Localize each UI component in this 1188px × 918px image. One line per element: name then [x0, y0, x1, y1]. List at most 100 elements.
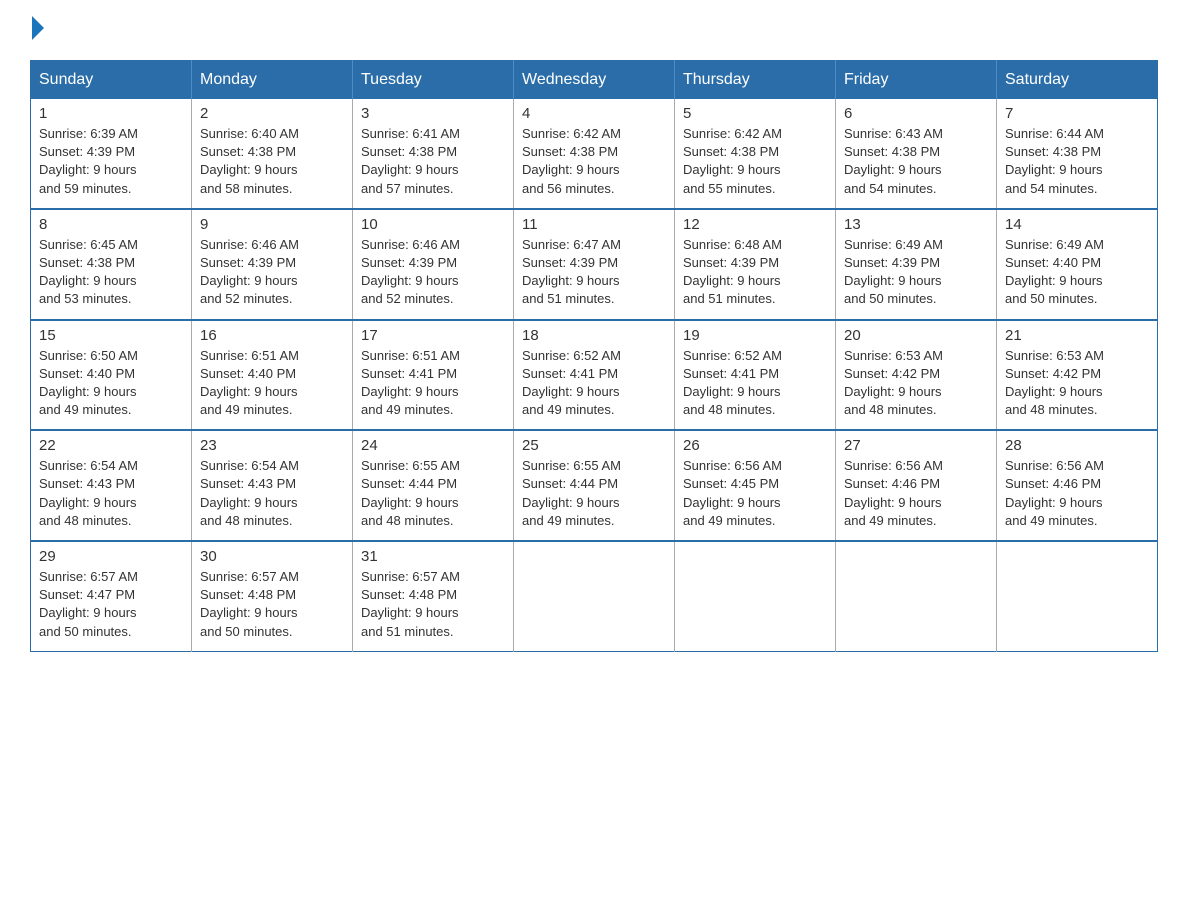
- day-info: Sunrise: 6:57 AMSunset: 4:48 PMDaylight:…: [361, 568, 505, 641]
- calendar-week-row: 29 Sunrise: 6:57 AMSunset: 4:47 PMDaylig…: [31, 541, 1158, 651]
- calendar-cell: 31 Sunrise: 6:57 AMSunset: 4:48 PMDaylig…: [353, 541, 514, 651]
- calendar-cell: 10 Sunrise: 6:46 AMSunset: 4:39 PMDaylig…: [353, 209, 514, 320]
- calendar-cell: 15 Sunrise: 6:50 AMSunset: 4:40 PMDaylig…: [31, 320, 192, 431]
- day-info: Sunrise: 6:56 AMSunset: 4:45 PMDaylight:…: [683, 457, 827, 530]
- day-number: 8: [39, 216, 183, 233]
- day-info: Sunrise: 6:53 AMSunset: 4:42 PMDaylight:…: [844, 347, 988, 420]
- day-info: Sunrise: 6:57 AMSunset: 4:47 PMDaylight:…: [39, 568, 183, 641]
- day-info: Sunrise: 6:55 AMSunset: 4:44 PMDaylight:…: [361, 457, 505, 530]
- day-info: Sunrise: 6:40 AMSunset: 4:38 PMDaylight:…: [200, 125, 344, 198]
- day-number: 6: [844, 105, 988, 122]
- day-info: Sunrise: 6:42 AMSunset: 4:38 PMDaylight:…: [683, 125, 827, 198]
- day-info: Sunrise: 6:49 AMSunset: 4:40 PMDaylight:…: [1005, 236, 1149, 309]
- day-info: Sunrise: 6:49 AMSunset: 4:39 PMDaylight:…: [844, 236, 988, 309]
- calendar-header-row: SundayMondayTuesdayWednesdayThursdayFrid…: [31, 61, 1158, 100]
- calendar-cell: [836, 541, 997, 651]
- day-number: 19: [683, 327, 827, 344]
- day-info: Sunrise: 6:52 AMSunset: 4:41 PMDaylight:…: [522, 347, 666, 420]
- calendar-cell: 4 Sunrise: 6:42 AMSunset: 4:38 PMDayligh…: [514, 99, 675, 209]
- day-info: Sunrise: 6:51 AMSunset: 4:40 PMDaylight:…: [200, 347, 344, 420]
- calendar-cell: 3 Sunrise: 6:41 AMSunset: 4:38 PMDayligh…: [353, 99, 514, 209]
- day-info: Sunrise: 6:55 AMSunset: 4:44 PMDaylight:…: [522, 457, 666, 530]
- calendar-table: SundayMondayTuesdayWednesdayThursdayFrid…: [30, 60, 1158, 652]
- day-info: Sunrise: 6:41 AMSunset: 4:38 PMDaylight:…: [361, 125, 505, 198]
- day-number: 25: [522, 437, 666, 454]
- calendar-cell: 2 Sunrise: 6:40 AMSunset: 4:38 PMDayligh…: [192, 99, 353, 209]
- day-number: 29: [39, 548, 183, 565]
- calendar-cell: 27 Sunrise: 6:56 AMSunset: 4:46 PMDaylig…: [836, 430, 997, 541]
- day-number: 20: [844, 327, 988, 344]
- calendar-cell: 20 Sunrise: 6:53 AMSunset: 4:42 PMDaylig…: [836, 320, 997, 431]
- calendar-cell: 23 Sunrise: 6:54 AMSunset: 4:43 PMDaylig…: [192, 430, 353, 541]
- calendar-week-row: 8 Sunrise: 6:45 AMSunset: 4:38 PMDayligh…: [31, 209, 1158, 320]
- day-number: 17: [361, 327, 505, 344]
- day-number: 26: [683, 437, 827, 454]
- day-info: Sunrise: 6:45 AMSunset: 4:38 PMDaylight:…: [39, 236, 183, 309]
- day-info: Sunrise: 6:56 AMSunset: 4:46 PMDaylight:…: [1005, 457, 1149, 530]
- day-number: 4: [522, 105, 666, 122]
- day-number: 21: [1005, 327, 1149, 344]
- day-info: Sunrise: 6:44 AMSunset: 4:38 PMDaylight:…: [1005, 125, 1149, 198]
- day-number: 15: [39, 327, 183, 344]
- calendar-cell: 9 Sunrise: 6:46 AMSunset: 4:39 PMDayligh…: [192, 209, 353, 320]
- calendar-header-sunday: Sunday: [31, 61, 192, 100]
- day-info: Sunrise: 6:57 AMSunset: 4:48 PMDaylight:…: [200, 568, 344, 641]
- calendar-cell: 6 Sunrise: 6:43 AMSunset: 4:38 PMDayligh…: [836, 99, 997, 209]
- calendar-cell: [514, 541, 675, 651]
- day-number: 5: [683, 105, 827, 122]
- day-info: Sunrise: 6:43 AMSunset: 4:38 PMDaylight:…: [844, 125, 988, 198]
- calendar-cell: 28 Sunrise: 6:56 AMSunset: 4:46 PMDaylig…: [997, 430, 1158, 541]
- calendar-cell: 24 Sunrise: 6:55 AMSunset: 4:44 PMDaylig…: [353, 430, 514, 541]
- calendar-header-tuesday: Tuesday: [353, 61, 514, 100]
- day-number: 1: [39, 105, 183, 122]
- calendar-cell: 22 Sunrise: 6:54 AMSunset: 4:43 PMDaylig…: [31, 430, 192, 541]
- calendar-cell: 17 Sunrise: 6:51 AMSunset: 4:41 PMDaylig…: [353, 320, 514, 431]
- calendar-week-row: 22 Sunrise: 6:54 AMSunset: 4:43 PMDaylig…: [31, 430, 1158, 541]
- calendar-cell: [675, 541, 836, 651]
- day-number: 24: [361, 437, 505, 454]
- calendar-cell: 25 Sunrise: 6:55 AMSunset: 4:44 PMDaylig…: [514, 430, 675, 541]
- day-number: 2: [200, 105, 344, 122]
- day-number: 11: [522, 216, 666, 233]
- day-info: Sunrise: 6:48 AMSunset: 4:39 PMDaylight:…: [683, 236, 827, 309]
- calendar-cell: 5 Sunrise: 6:42 AMSunset: 4:38 PMDayligh…: [675, 99, 836, 209]
- day-info: Sunrise: 6:39 AMSunset: 4:39 PMDaylight:…: [39, 125, 183, 198]
- day-info: Sunrise: 6:47 AMSunset: 4:39 PMDaylight:…: [522, 236, 666, 309]
- day-number: 28: [1005, 437, 1149, 454]
- calendar-header-wednesday: Wednesday: [514, 61, 675, 100]
- logo: [30, 20, 40, 40]
- day-info: Sunrise: 6:54 AMSunset: 4:43 PMDaylight:…: [39, 457, 183, 530]
- day-info: Sunrise: 6:54 AMSunset: 4:43 PMDaylight:…: [200, 457, 344, 530]
- day-info: Sunrise: 6:46 AMSunset: 4:39 PMDaylight:…: [200, 236, 344, 309]
- day-number: 22: [39, 437, 183, 454]
- day-number: 16: [200, 327, 344, 344]
- calendar-cell: 18 Sunrise: 6:52 AMSunset: 4:41 PMDaylig…: [514, 320, 675, 431]
- day-info: Sunrise: 6:52 AMSunset: 4:41 PMDaylight:…: [683, 347, 827, 420]
- calendar-header-saturday: Saturday: [997, 61, 1158, 100]
- day-number: 9: [200, 216, 344, 233]
- calendar-cell: 16 Sunrise: 6:51 AMSunset: 4:40 PMDaylig…: [192, 320, 353, 431]
- day-number: 23: [200, 437, 344, 454]
- calendar-cell: 21 Sunrise: 6:53 AMSunset: 4:42 PMDaylig…: [997, 320, 1158, 431]
- day-number: 13: [844, 216, 988, 233]
- calendar-cell: [997, 541, 1158, 651]
- day-number: 31: [361, 548, 505, 565]
- calendar-cell: 30 Sunrise: 6:57 AMSunset: 4:48 PMDaylig…: [192, 541, 353, 651]
- page-header: [30, 20, 1158, 40]
- day-number: 18: [522, 327, 666, 344]
- calendar-cell: 12 Sunrise: 6:48 AMSunset: 4:39 PMDaylig…: [675, 209, 836, 320]
- day-info: Sunrise: 6:42 AMSunset: 4:38 PMDaylight:…: [522, 125, 666, 198]
- day-info: Sunrise: 6:56 AMSunset: 4:46 PMDaylight:…: [844, 457, 988, 530]
- day-number: 14: [1005, 216, 1149, 233]
- day-number: 10: [361, 216, 505, 233]
- logo-triangle-icon: [32, 16, 44, 40]
- day-number: 3: [361, 105, 505, 122]
- calendar-header-thursday: Thursday: [675, 61, 836, 100]
- calendar-header-monday: Monday: [192, 61, 353, 100]
- day-number: 30: [200, 548, 344, 565]
- day-number: 7: [1005, 105, 1149, 122]
- day-number: 27: [844, 437, 988, 454]
- calendar-cell: 29 Sunrise: 6:57 AMSunset: 4:47 PMDaylig…: [31, 541, 192, 651]
- calendar-week-row: 15 Sunrise: 6:50 AMSunset: 4:40 PMDaylig…: [31, 320, 1158, 431]
- day-info: Sunrise: 6:46 AMSunset: 4:39 PMDaylight:…: [361, 236, 505, 309]
